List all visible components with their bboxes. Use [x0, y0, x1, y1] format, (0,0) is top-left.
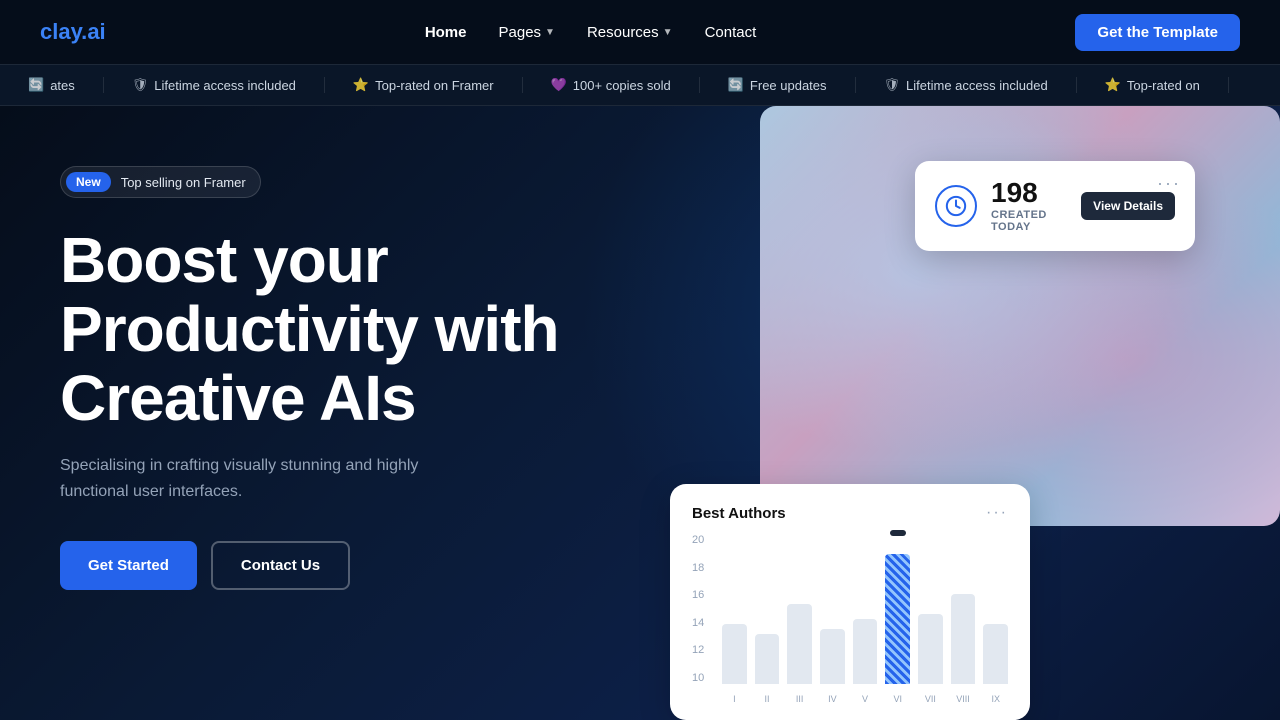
- logo: clay.ai: [40, 19, 106, 45]
- bar-2: [755, 634, 780, 684]
- bars-container: [722, 534, 1008, 684]
- stats-card: 198 CREATED TODAY View Details ···: [915, 161, 1195, 251]
- logo-main: clay.: [40, 19, 87, 44]
- bar-9: [983, 624, 1008, 684]
- bar-4: [820, 629, 845, 684]
- bar-tooltip: [890, 530, 906, 536]
- bar-3: [787, 604, 812, 684]
- chart-card: Best Authors ··· 20 18 16 14 12 10: [670, 484, 1030, 720]
- navbar: clay.ai Home Pages ▼ Resources ▼ Contact…: [0, 0, 1280, 64]
- hero-left: New Top selling on Framer Boost your Pro…: [0, 106, 650, 590]
- ticker-item-5: ⭐ Top-rated on: [1077, 77, 1229, 93]
- partial-icon: 🔄: [28, 77, 44, 93]
- hero-right: 198 CREATED TODAY View Details ··· Best …: [650, 106, 1280, 720]
- heart-icon-2: 💜: [551, 77, 567, 93]
- chart-menu-icon[interactable]: ···: [986, 504, 1008, 522]
- bar-group-8: [951, 594, 976, 684]
- get-template-button[interactable]: Get the Template: [1075, 14, 1240, 51]
- bar-5: [853, 619, 878, 684]
- chart-title: Best Authors: [692, 505, 786, 522]
- logo-accent: ai: [87, 19, 105, 44]
- nav-links: Home Pages ▼ Resources ▼ Contact: [425, 24, 756, 41]
- bar-group-1: [722, 624, 747, 684]
- bar-group-3: [787, 604, 812, 684]
- shield-icon-0: 🛡: [132, 77, 149, 93]
- resources-chevron-icon: ▼: [663, 27, 673, 38]
- refresh-icon-3: 🔄: [728, 77, 744, 93]
- star-icon-5: ⭐: [1105, 77, 1121, 93]
- bar-group-2: [755, 634, 780, 684]
- title-line2: Productivity with: [60, 293, 559, 365]
- ticker-item-1: ⭐ Top-rated on Framer: [325, 77, 523, 93]
- ticker-item-partial: 🔄 ates: [0, 77, 104, 93]
- ticker-item-0: 🛡 Lifetime access included: [104, 77, 325, 93]
- nav-home[interactable]: Home: [425, 24, 467, 41]
- hero-subtitle: Specialising in crafting visually stunni…: [60, 453, 460, 504]
- ticker-item-4: 🛡 Lifetime access included: [856, 77, 1077, 93]
- bar-group-9: [983, 624, 1008, 684]
- chart-header: Best Authors ···: [692, 504, 1008, 522]
- stats-number: 198: [991, 179, 1067, 207]
- x-axis-labels: I II III IV V VI VII VIII IX: [722, 694, 1008, 704]
- get-started-button[interactable]: Get Started: [60, 541, 197, 590]
- nav-pages[interactable]: Pages ▼: [499, 24, 555, 41]
- contact-us-button[interactable]: Contact Us: [211, 541, 350, 590]
- bar-group-7: [918, 614, 943, 684]
- stats-label: CREATED TODAY: [991, 209, 1067, 233]
- view-details-button[interactable]: View Details: [1081, 192, 1175, 220]
- ticker-item-3: 🔄 Free updates: [700, 77, 856, 93]
- stats-info: 198 CREATED TODAY: [991, 179, 1067, 233]
- hero-title: Boost your Productivity with Creative AI…: [60, 226, 650, 433]
- nav-resources[interactable]: Resources ▼: [587, 24, 673, 41]
- bar-group-4: [820, 629, 845, 684]
- bar-group-5: [853, 619, 878, 684]
- chart-area: 20 18 16 14 12 10: [692, 534, 1008, 704]
- star-icon-1: ⭐: [353, 77, 369, 93]
- title-line1: Boost your: [60, 224, 388, 296]
- hero-section: New Top selling on Framer Boost your Pro…: [0, 106, 1280, 720]
- y-axis-labels: 20 18 16 14 12 10: [692, 534, 716, 684]
- ticker-item-2: 💜 100+ copies sold: [523, 77, 700, 93]
- ticker-content: 🔄 ates 🛡 Lifetime access included ⭐ Top-…: [0, 77, 1229, 93]
- nav-contact[interactable]: Contact: [705, 24, 757, 41]
- new-pill: New: [66, 172, 111, 192]
- bar-group-6: [885, 554, 910, 684]
- bar-7: [918, 614, 943, 684]
- pages-chevron-icon: ▼: [545, 27, 555, 38]
- bar-6-active: [885, 554, 910, 684]
- stats-menu-icon[interactable]: ···: [1157, 173, 1181, 194]
- shield-icon-4: 🛡: [884, 77, 901, 93]
- title-line3: Creative AIs: [60, 362, 416, 434]
- hero-buttons: Get Started Contact Us: [60, 541, 650, 590]
- badge-text: Top selling on Framer: [121, 175, 246, 190]
- clock-icon: [935, 185, 977, 227]
- bar-8: [951, 594, 976, 684]
- new-badge: New Top selling on Framer: [60, 166, 261, 198]
- ticker-bar: 🔄 ates 🛡 Lifetime access included ⭐ Top-…: [0, 64, 1280, 106]
- bar-1: [722, 624, 747, 684]
